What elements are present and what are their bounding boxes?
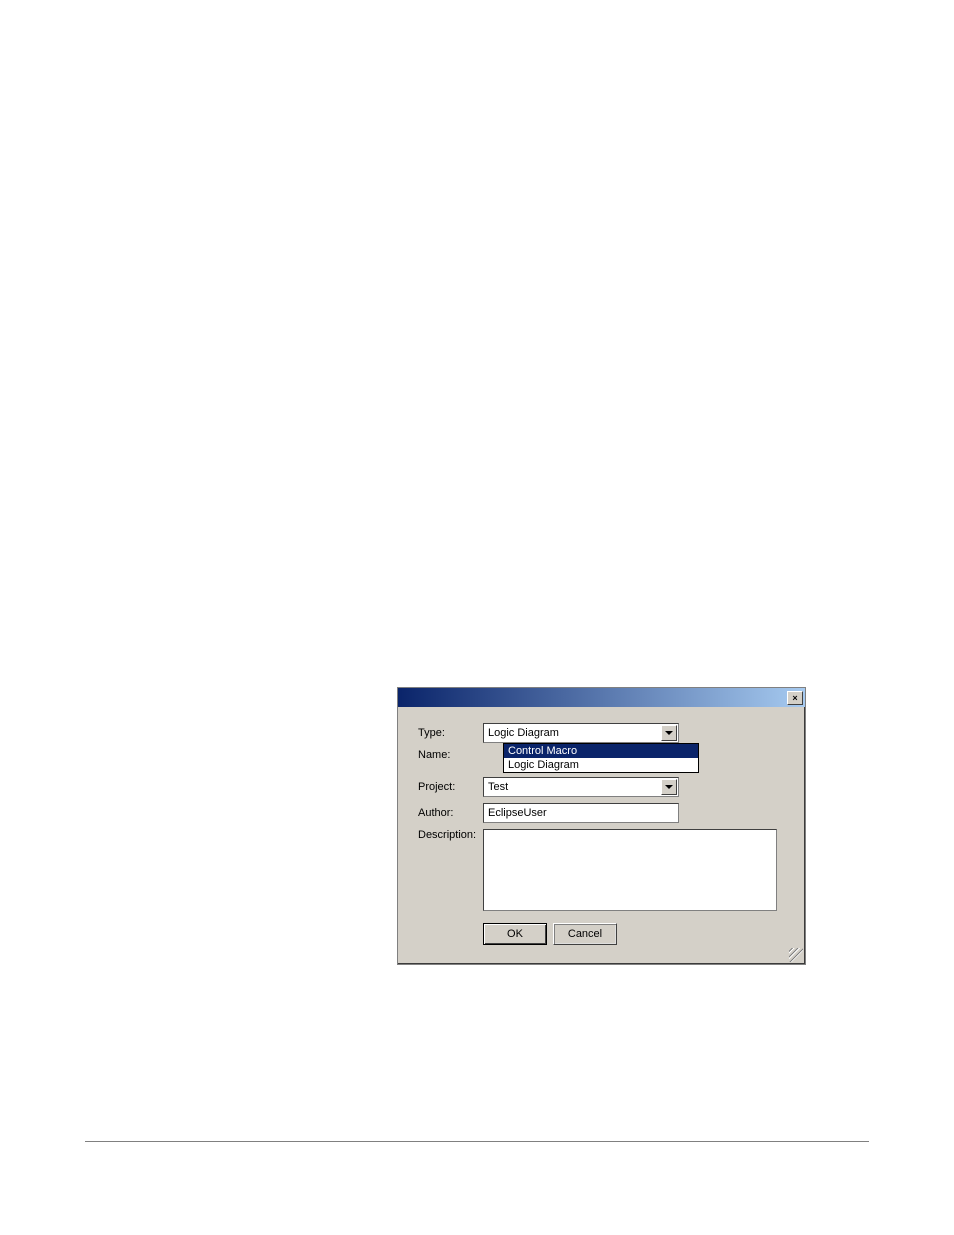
- project-row: Project: Test: [418, 777, 785, 797]
- type-selected-value: Logic Diagram: [488, 727, 559, 739]
- type-row: Type: Logic Diagram Control Macro Logic …: [418, 723, 785, 743]
- author-label: Author:: [418, 807, 483, 819]
- name-row: Name:: [418, 749, 483, 761]
- type-dropdown-list: Control Macro Logic Diagram: [503, 743, 699, 773]
- description-label: Description:: [418, 829, 483, 841]
- footer-divider: [85, 1141, 869, 1142]
- resize-grip-icon[interactable]: [789, 948, 803, 962]
- cancel-button-label: Cancel: [568, 928, 602, 940]
- button-row: OK Cancel: [483, 923, 785, 945]
- project-selected-value: Test: [488, 781, 508, 793]
- project-dropdown[interactable]: Test: [483, 777, 679, 797]
- ok-button[interactable]: OK: [483, 923, 547, 945]
- dropdown-option-logic-diagram[interactable]: Logic Diagram: [504, 758, 698, 772]
- cancel-button[interactable]: Cancel: [553, 923, 617, 945]
- type-dropdown[interactable]: Logic Diagram: [483, 723, 679, 743]
- description-textarea[interactable]: [483, 829, 777, 911]
- chevron-down-icon[interactable]: [661, 779, 677, 795]
- name-label: Name:: [418, 749, 483, 761]
- project-label: Project:: [418, 781, 483, 793]
- dropdown-option-control-macro[interactable]: Control Macro: [504, 744, 698, 758]
- dialog-titlebar: ×: [398, 688, 805, 707]
- chevron-down-icon[interactable]: [661, 725, 677, 741]
- close-icon: ×: [792, 693, 797, 703]
- author-row: Author:: [418, 803, 785, 823]
- type-label: Type:: [418, 727, 483, 739]
- ok-button-label: OK: [507, 928, 523, 940]
- dialog-body: Type: Logic Diagram Control Macro Logic …: [398, 707, 805, 964]
- author-input[interactable]: [483, 803, 679, 823]
- description-row: Description:: [418, 829, 785, 911]
- close-button[interactable]: ×: [787, 691, 803, 705]
- dialog-window: × Type: Logic Diagram Control Macro Logi…: [397, 687, 806, 965]
